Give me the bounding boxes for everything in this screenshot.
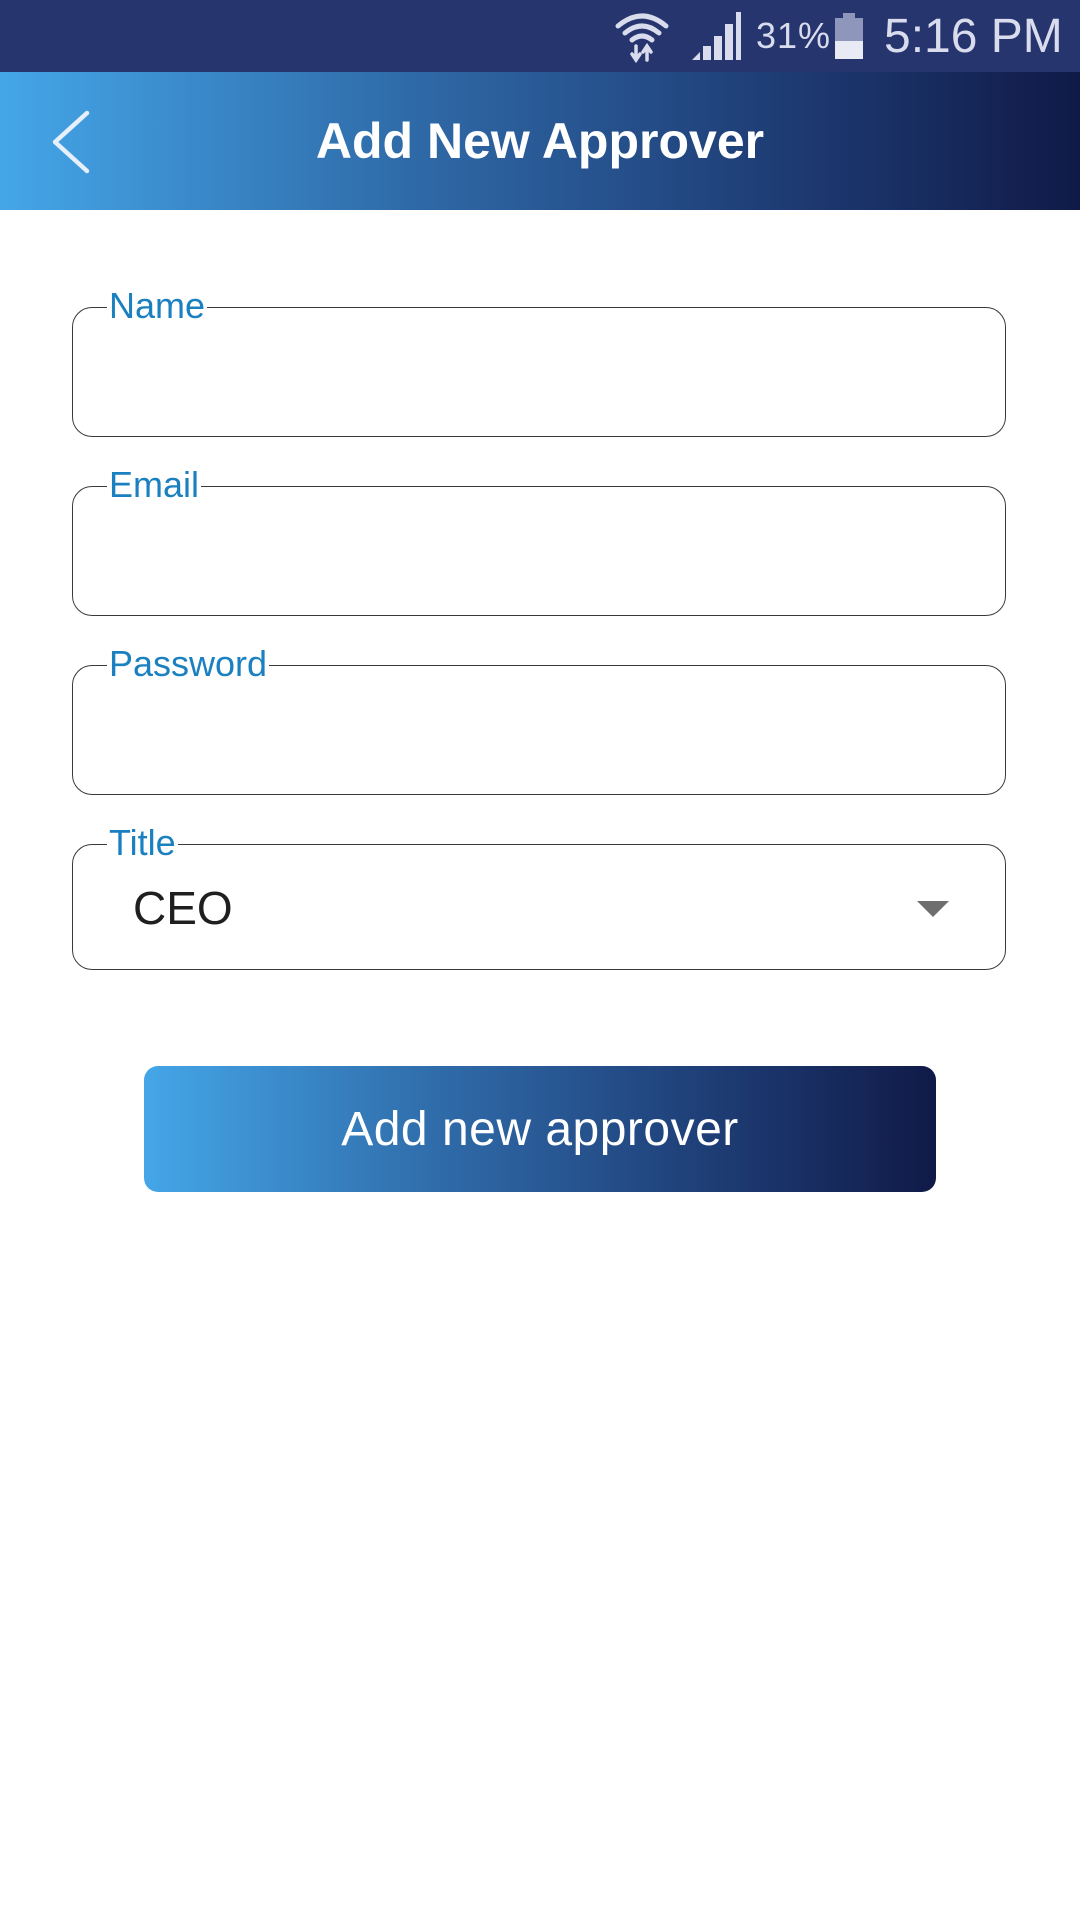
back-button[interactable] [30,102,110,182]
page-title: Add New Approver [315,113,765,169]
email-input[interactable] [103,517,975,595]
name-field-label: Name [107,285,208,326]
title-selected-value: CEO [133,882,233,934]
title-field-label: Title [107,822,178,863]
wifi-icon [614,0,670,72]
email-field-label: Email [107,464,202,505]
signal-icon [690,0,742,72]
battery-icon [832,0,866,72]
status-time: 5:16 PM [884,9,1063,63]
status-bar: 31% 5:16 PM [0,0,1080,72]
password-field[interactable]: Password [72,644,1006,795]
app-bar: Add New Approver [0,72,1080,210]
battery-percent: 31% [756,15,832,56]
password-field-label: Password [107,643,270,684]
password-input[interactable] [103,696,975,774]
caret-down-icon[interactable] [917,901,949,917]
name-field[interactable]: Name [72,286,1006,437]
email-field[interactable]: Email [72,465,1006,616]
chevron-left-icon [52,110,90,174]
name-input[interactable] [103,338,975,416]
add-approver-button[interactable]: Add new approver [144,1066,936,1192]
title-select[interactable]: Title CEO [72,823,1006,970]
